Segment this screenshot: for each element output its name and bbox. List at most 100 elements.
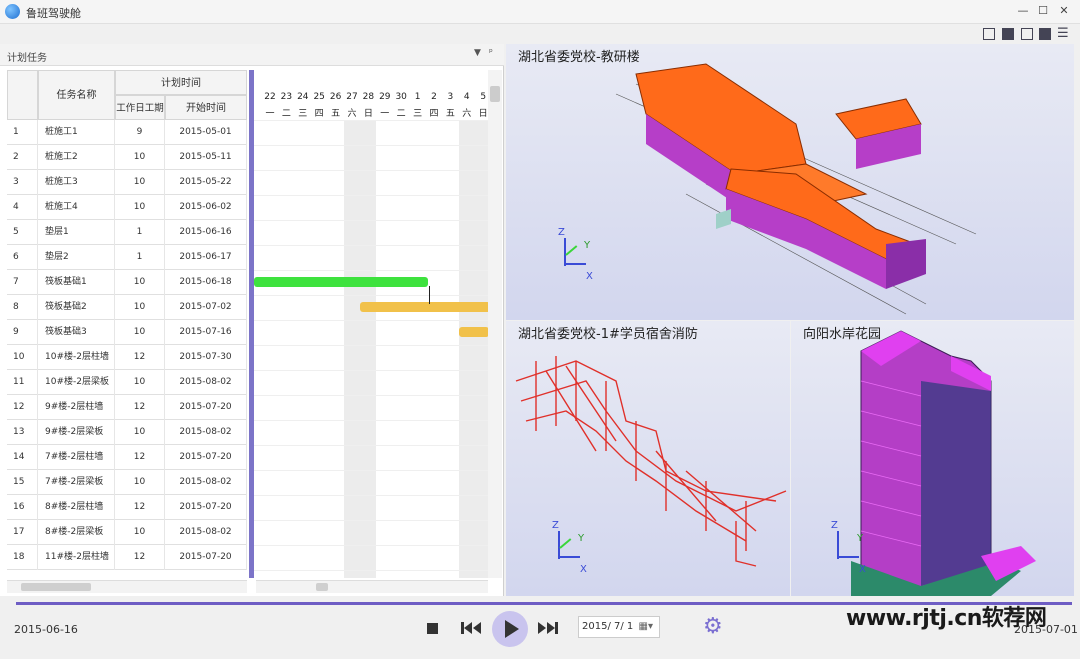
viewport-teaching-building[interactable]: 湖北省委党校-教研楼 Z Y X xyxy=(506,44,1074,320)
viewport-fire-protection[interactable]: 湖北省委党校-1#学员宿舍消防 Z Y X xyxy=(506,321,790,596)
pin-icon[interactable]: ᵖ xyxy=(489,48,493,58)
gantt-weekday-label: 二 xyxy=(396,109,406,119)
table-row[interactable]: 15 7#楼-2层梁板 10 2015-08-02 xyxy=(7,470,247,495)
task-name-cell: 9#楼-2层梁板 xyxy=(38,420,115,445)
window-title: 鲁班驾驶舱 xyxy=(26,7,81,20)
start-date-cell: 2015-08-02 xyxy=(165,470,247,495)
z-axis-line xyxy=(558,531,560,559)
layers-icon[interactable]: ☰ xyxy=(1057,26,1069,41)
table-row[interactable]: 3 桩施工3 10 2015-05-22 xyxy=(7,170,247,195)
gantt-row-line xyxy=(254,220,488,221)
z-axis-line xyxy=(564,238,566,266)
table-row[interactable]: 9 筏板基础3 10 2015-07-16 xyxy=(7,320,247,345)
gantt-day-column xyxy=(410,120,426,578)
watermark: www.rjtj.cn软荐网 xyxy=(846,606,1047,631)
task-name-cell: 11#楼-2层柱墙 xyxy=(38,545,115,570)
close-button[interactable]: ✕ xyxy=(1055,3,1073,19)
duration-cell: 10 xyxy=(115,145,165,170)
table-row[interactable]: 12 9#楼-2层柱墙 12 2015-07-20 xyxy=(7,395,247,420)
minimize-button[interactable]: — xyxy=(1014,3,1032,19)
gantt-day-label: 25 xyxy=(313,92,325,102)
gantt-day-label: 2 xyxy=(431,92,437,102)
gantt-weekday-label: 日 xyxy=(478,109,488,119)
calendar-icon[interactable]: ▦▾ xyxy=(639,617,653,637)
gantt-day-column xyxy=(426,120,442,578)
gantt-row-line xyxy=(254,570,488,571)
gantt-row-line xyxy=(254,420,488,421)
table-row[interactable]: 10 10#楼-2层柱墙 12 2015-07-30 xyxy=(7,345,247,370)
gantt-day-label: 1 xyxy=(414,92,421,102)
table-row[interactable]: 18 11#楼-2层柱墙 12 2015-07-20 xyxy=(7,545,247,570)
maximize-button[interactable]: ☐ xyxy=(1034,3,1052,19)
rewind-button[interactable] xyxy=(460,620,482,636)
dependency-arrow xyxy=(429,286,430,304)
table-row[interactable]: 7 筏板基础1 10 2015-06-18 xyxy=(7,270,247,295)
gantt-day-column xyxy=(262,120,278,578)
table-hscrollbar[interactable] xyxy=(7,580,247,593)
task-name-header[interactable]: 任务名称 xyxy=(38,70,115,120)
gantt-row-line xyxy=(254,295,488,296)
row-number: 14 xyxy=(7,445,38,470)
layout-double-icon[interactable] xyxy=(1021,28,1033,40)
start-date-cell: 2015-06-17 xyxy=(165,245,247,270)
gantt-row-line xyxy=(254,345,488,346)
play-button[interactable] xyxy=(492,611,528,647)
start-date-cell: 2015-07-20 xyxy=(165,545,247,570)
stop-button[interactable] xyxy=(427,623,438,634)
task-name-cell: 桩施工4 xyxy=(38,195,115,220)
table-row[interactable]: 17 8#楼-2层梁板 10 2015-08-02 xyxy=(7,520,247,545)
settings-gear-icon[interactable]: ⚙ xyxy=(703,616,723,638)
gantt-task-bar[interactable] xyxy=(459,327,488,337)
duration-cell: 10 xyxy=(115,320,165,345)
layout-single-icon[interactable] xyxy=(1002,28,1014,40)
table-row[interactable]: 2 桩施工2 10 2015-05-11 xyxy=(7,145,247,170)
table-row[interactable]: 16 8#楼-2层柱墙 12 2015-07-20 xyxy=(7,495,247,520)
start-date-cell: 2015-05-01 xyxy=(165,120,247,145)
row-number-header xyxy=(7,70,38,120)
gantt-task-bar[interactable] xyxy=(360,302,488,312)
table-row[interactable]: 1 桩施工1 9 2015-05-01 xyxy=(7,120,247,145)
task-name-cell: 8#楼-2层梁板 xyxy=(38,520,115,545)
gantt-weekday-label: 三 xyxy=(413,109,423,119)
layout-split-icon[interactable] xyxy=(983,28,995,40)
table-row[interactable]: 11 10#楼-2层梁板 10 2015-08-02 xyxy=(7,370,247,395)
current-date-picker[interactable]: 2015/ 7/ 1 ▦▾ xyxy=(578,616,660,638)
table-row[interactable]: 6 垫层2 1 2015-06-17 xyxy=(7,245,247,270)
gantt-day-label: 3 xyxy=(447,92,454,102)
start-date-cell: 2015-08-02 xyxy=(165,370,247,395)
table-row[interactable]: 8 筏板基础2 10 2015-07-02 xyxy=(7,295,247,320)
start-date-cell: 2015-07-20 xyxy=(165,445,247,470)
gantt-weekday-label: 四 xyxy=(314,109,324,119)
current-date-value: 2015/ 7/ 1 xyxy=(582,621,634,632)
scroll-thumb[interactable] xyxy=(21,583,91,591)
start-date-cell: 2015-06-16 xyxy=(165,220,247,245)
row-number: 1 xyxy=(7,120,38,145)
scroll-thumb[interactable] xyxy=(316,583,328,591)
gantt-day-label: 24 xyxy=(297,92,309,102)
gantt-day-label: 23 xyxy=(280,92,293,102)
table-row[interactable]: 4 桩施工4 10 2015-06-02 xyxy=(7,195,247,220)
duration-cell: 10 xyxy=(115,170,165,195)
table-row[interactable]: 14 7#楼-2层柱墙 12 2015-07-20 xyxy=(7,445,247,470)
viewport-residential-tower[interactable]: 向阳水岸花园 Z Y X xyxy=(791,321,1074,596)
gantt-chart: 22 一 23 二 24 三 25 四 26 五 27 六 28 日 29 一 30 二 1 三 2 四 3 五 4 六 5 日 xyxy=(254,70,488,578)
duration-header[interactable]: 工作日工期 xyxy=(115,95,165,120)
gantt-hscrollbar[interactable] xyxy=(256,580,488,593)
duration-cell: 10 xyxy=(115,195,165,220)
fast-forward-button[interactable] xyxy=(537,620,559,636)
start-date-cell: 2015-07-30 xyxy=(165,345,247,370)
pipe-model-3d xyxy=(515,356,787,567)
vertical-scrollbar[interactable] xyxy=(488,70,502,578)
table-row[interactable]: 13 9#楼-2层梁板 10 2015-08-02 xyxy=(7,420,247,445)
row-number: 12 xyxy=(7,395,38,420)
start-time-header[interactable]: 开始时间 xyxy=(165,95,247,120)
gantt-day-label: 30 xyxy=(395,92,407,102)
table-row[interactable]: 5 垫层1 1 2015-06-16 xyxy=(7,220,247,245)
start-date-cell: 2015-05-11 xyxy=(165,145,247,170)
gantt-task-bar[interactable] xyxy=(254,277,428,287)
panel-menu-icon[interactable]: ▼ xyxy=(474,48,481,58)
scroll-thumb[interactable] xyxy=(490,86,500,102)
layout-quad-icon[interactable] xyxy=(1039,28,1051,40)
duration-cell: 10 xyxy=(115,370,165,395)
gantt-row-line xyxy=(254,520,488,521)
